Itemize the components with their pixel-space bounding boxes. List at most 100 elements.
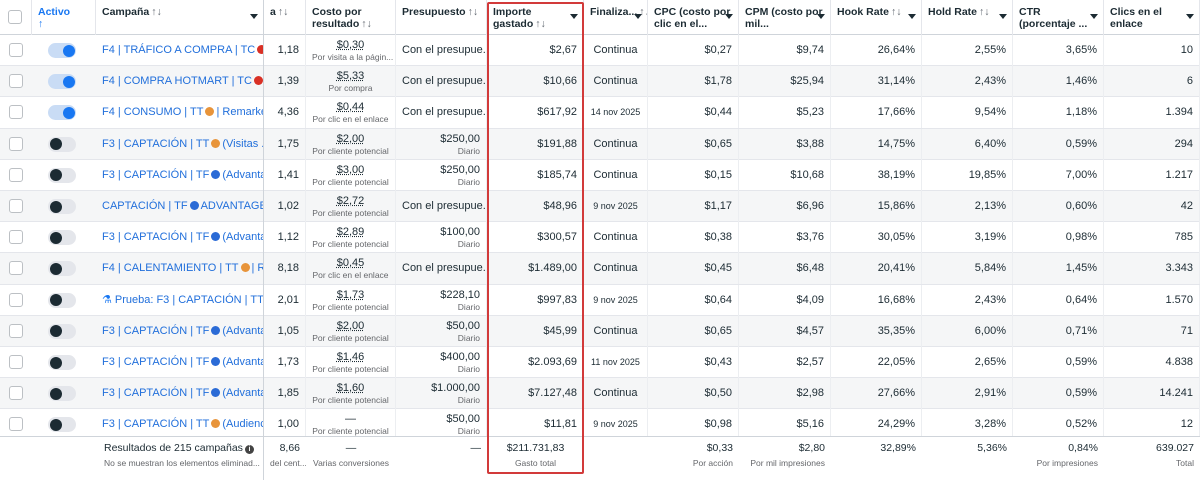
chevron-down-icon[interactable] bbox=[725, 14, 733, 19]
table-row[interactable]: F3 | CAPTACIÓN | TF (Advanta... 1,41 $3,00P… bbox=[0, 160, 1200, 191]
campaign-link[interactable]: CAPTACIÓN | TF ADVANTAGE... bbox=[102, 200, 257, 213]
campaign-name-cell[interactable]: ⚗ Prueba: F3 | CAPTACIÓN | TT bbox=[96, 285, 264, 316]
active-toggle[interactable] bbox=[48, 417, 76, 432]
table-row[interactable]: F3 | CAPTACIÓN | TT (Visitas ... 1,75 $2,00… bbox=[0, 129, 1200, 160]
column-header-clicks[interactable]: Clics en el enlace bbox=[1104, 0, 1200, 35]
table-row[interactable]: CAPTACIÓN | TF ADVANTAGE... 1,02 $2,72Por c… bbox=[0, 191, 1200, 222]
campaign-name-cell[interactable]: F4 | CALENTAMIENTO | TT| R... bbox=[96, 253, 264, 284]
campaign-name-cell[interactable]: F3 | CAPTACIÓN | TF (Advanta... bbox=[96, 316, 264, 347]
active-toggle[interactable] bbox=[48, 105, 76, 120]
campaign-name-cell[interactable]: F3 | CAPTACIÓN | TF (Advanta... bbox=[96, 347, 264, 378]
active-toggle[interactable] bbox=[48, 168, 76, 183]
chevron-down-icon[interactable] bbox=[634, 14, 642, 19]
campaign-name-cell[interactable]: F4 | TRÁFICO A COMPRA | TC bbox=[96, 35, 264, 66]
column-header-end[interactable]: Finaliza...↑↓ bbox=[584, 0, 648, 35]
end-value: Continua bbox=[590, 387, 641, 400]
row-checkbox[interactable] bbox=[9, 417, 23, 431]
sort-icon[interactable]: ↑↓ bbox=[151, 6, 162, 18]
sort-icon[interactable]: ↑↓ bbox=[468, 6, 479, 18]
sort-icon[interactable]: ↑ bbox=[38, 18, 89, 30]
ctr-value: 3,65% bbox=[1019, 44, 1097, 57]
row-checkbox[interactable] bbox=[9, 355, 23, 369]
column-header-hold[interactable]: Hold Rate ↑↓ bbox=[922, 0, 1013, 35]
column-header-ctr[interactable]: CTR (porcentaje ... bbox=[1013, 0, 1104, 35]
active-toggle[interactable] bbox=[48, 355, 76, 370]
column-header-campaign[interactable]: Campaña ↑↓ bbox=[96, 0, 264, 35]
row-checkbox[interactable] bbox=[9, 386, 23, 400]
column-header-cpr[interactable]: Costo por resultado ↑↓ bbox=[306, 0, 396, 35]
campaign-name-cell[interactable]: F3 | CAPTACIÓN | TF (Advanta... bbox=[96, 160, 264, 191]
campaign-name-cell[interactable]: F4 | COMPRA HOTMART | TC bbox=[96, 66, 264, 97]
active-toggle[interactable] bbox=[48, 74, 76, 89]
chevron-down-icon[interactable] bbox=[1186, 14, 1194, 19]
campaign-link[interactable]: F3 | CAPTACIÓN | TF (Advanta... bbox=[102, 231, 257, 244]
column-header-cpm[interactable]: CPM (costo por mil... bbox=[739, 0, 831, 35]
campaign-link[interactable]: F3 | CAPTACIÓN | TF (Advanta... bbox=[102, 169, 257, 182]
campaign-link[interactable]: F3 | CAPTACIÓN | TF (Advanta... bbox=[102, 387, 257, 400]
campaign-name-cell[interactable]: F3 | CAPTACIÓN | TT (Visitas ... bbox=[96, 129, 264, 160]
campaign-link[interactable]: F4 | CONSUMO | TT | Remarke... bbox=[102, 106, 257, 119]
sort-icon[interactable]: ↑↓ bbox=[361, 18, 372, 30]
orange-circle-icon bbox=[211, 139, 220, 148]
table-row[interactable]: F3 | CAPTACIÓN | TF (Advanta... 1,05 $2,00P… bbox=[0, 316, 1200, 347]
campaign-link[interactable]: ⚗ Prueba: F3 | CAPTACIÓN | TT bbox=[102, 294, 257, 307]
campaign-name-cell[interactable]: F3 | CAPTACIÓN | TF (Advanta... bbox=[96, 378, 264, 409]
table-row[interactable]: F4 | COMPRA HOTMART | TC 1,39 $5,33 Por com… bbox=[0, 66, 1200, 97]
campaign-name-cell[interactable]: F3 | CAPTACIÓN | TF (Advanta... bbox=[96, 222, 264, 253]
active-toggle[interactable] bbox=[48, 386, 76, 401]
campaign-link[interactable]: F3 | CAPTACIÓN | TT (Visitas ... bbox=[102, 138, 257, 151]
row-checkbox[interactable] bbox=[9, 261, 23, 275]
active-toggle[interactable] bbox=[48, 199, 76, 214]
active-toggle[interactable] bbox=[48, 230, 76, 245]
chevron-down-icon[interactable] bbox=[1090, 14, 1098, 19]
campaign-link[interactable]: F4 | TRÁFICO A COMPRA | TC bbox=[102, 44, 257, 57]
chevron-down-icon[interactable] bbox=[999, 14, 1007, 19]
sort-icon[interactable]: ↑↓ bbox=[278, 6, 289, 18]
table-row[interactable]: F3 | CAPTACIÓN | TF (Advanta... 1,85 $1,60P… bbox=[0, 378, 1200, 409]
cpc-cell: $1,78 bbox=[648, 66, 739, 97]
campaign-name-cell[interactable]: CAPTACIÓN | TF ADVANTAGE... bbox=[96, 191, 264, 222]
campaign-name-cell[interactable]: F4 | CONSUMO | TT | Remarke... bbox=[96, 97, 264, 128]
sort-icon[interactable]: ↑↓ bbox=[891, 6, 902, 18]
table-row[interactable]: F4 | CALENTAMIENTO | TT| R...8,18$0,45Po… bbox=[0, 253, 1200, 284]
active-toggle[interactable] bbox=[48, 324, 76, 339]
row-checkbox[interactable] bbox=[9, 74, 23, 88]
row-checkbox[interactable] bbox=[9, 43, 23, 57]
chevron-down-icon[interactable] bbox=[908, 14, 916, 19]
chevron-down-icon[interactable] bbox=[570, 14, 578, 19]
active-toggle[interactable] bbox=[48, 293, 76, 308]
active-toggle[interactable] bbox=[48, 261, 76, 276]
row-checkbox[interactable] bbox=[9, 199, 23, 213]
active-toggle[interactable] bbox=[48, 137, 76, 152]
table-row[interactable]: F3 | CAPTACIÓN | TF (Advanta... 1,12 $2,89P… bbox=[0, 222, 1200, 253]
chevron-down-icon[interactable] bbox=[817, 14, 825, 19]
row-checkbox[interactable] bbox=[9, 324, 23, 338]
sort-icon[interactable]: ↑↓ bbox=[979, 6, 990, 18]
table-row[interactable]: F4 | CONSUMO | TT| Remarke...4,36$0,44Po… bbox=[0, 97, 1200, 128]
campaign-link[interactable]: F4 | CALENTAMIENTO | TT| R... bbox=[102, 262, 257, 275]
campaign-link[interactable]: F3 | CAPTACIÓN | TF (Advanta... bbox=[102, 356, 257, 369]
column-header-active[interactable]: Activo ↑ bbox=[32, 0, 96, 35]
column-header-spent[interactable]: Importe gastado ↑↓ bbox=[487, 0, 584, 35]
column-header-budget[interactable]: Presupuesto ↑↓ bbox=[396, 0, 487, 35]
row-checkbox[interactable] bbox=[9, 137, 23, 151]
chevron-down-icon[interactable] bbox=[250, 14, 258, 19]
row-checkbox[interactable] bbox=[9, 168, 23, 182]
row-checkbox[interactable] bbox=[9, 230, 23, 244]
column-header-cpc[interactable]: CPC (costo por clic en el... bbox=[648, 0, 739, 35]
column-header-results[interactable]: a ↑↓ bbox=[264, 0, 306, 35]
campaign-link[interactable]: F3 | CAPTACIÓN | TF (Advanta... bbox=[102, 325, 257, 338]
table-row[interactable]: F3 | CAPTACIÓN | TF (Advanta... 1,73 $1,46P… bbox=[0, 347, 1200, 378]
ctr-value: 0,59% bbox=[1019, 387, 1097, 400]
select-all-checkbox[interactable] bbox=[8, 10, 22, 24]
table-row[interactable]: F4 | TRÁFICO A COMPRA | TC 1,18 $0,30 Por v… bbox=[0, 35, 1200, 66]
campaign-link[interactable]: F4 | COMPRA HOTMART | TC bbox=[102, 75, 257, 88]
info-icon[interactable]: i bbox=[245, 445, 254, 454]
sort-icon[interactable]: ↑↓ bbox=[535, 18, 546, 30]
row-checkbox[interactable] bbox=[9, 293, 23, 307]
table-row[interactable]: ⚗ Prueba: F3 | CAPTACIÓN | TT 2,01 $1,73 Por… bbox=[0, 285, 1200, 316]
active-toggle[interactable] bbox=[48, 43, 76, 58]
column-header-hook[interactable]: Hook Rate ↑↓ bbox=[831, 0, 922, 35]
campaign-link[interactable]: F3 | CAPTACIÓN | TT (Audienc... bbox=[102, 418, 257, 431]
row-checkbox[interactable] bbox=[9, 105, 23, 119]
